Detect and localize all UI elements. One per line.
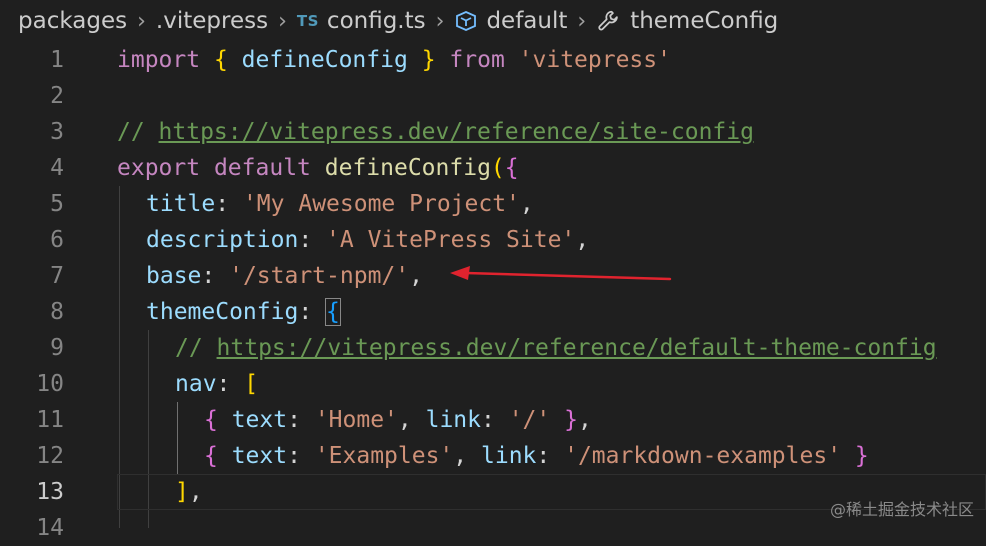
line-number: 13 [36,479,64,505]
annotation-arrow [450,266,672,281]
line-number: 7 [50,263,64,289]
comment-link[interactable]: https://vitepress.dev/reference/site-con… [159,119,754,145]
code-line: 4 export default defineConfig({ [0,150,986,186]
line-content: themeConfig: { [146,298,341,326]
line-number: 5 [50,191,64,217]
breadcrumb: packages › .vitepress › TS config.ts › d… [0,0,986,42]
breadcrumb-default[interactable]: default [486,8,567,34]
line-content: { text: 'Examples', link: '/markdown-exa… [204,443,869,469]
code-line: 5 title: 'My Awesome Project', [0,186,986,222]
code-line: 9 // https://vitepress.dev/reference/def… [0,330,986,366]
code-line: 8 themeConfig: { [0,294,986,330]
line-content: { text: 'Home', link: '/' }, [204,407,592,433]
line-number: 9 [50,335,64,361]
breadcrumb-vitepress[interactable]: .vitepress [156,8,268,34]
line-number: 11 [36,407,64,433]
code-line: 12 { text: 'Examples', link: '/markdown-… [0,438,986,474]
line-content: // https://vitepress.dev/reference/defau… [175,335,937,361]
code-line: 10 nav: [ [0,366,986,402]
chevron-right-icon: › [137,8,146,34]
line-content: description: 'A VitePress Site', [146,227,590,253]
chevron-right-icon: › [435,8,445,34]
code-line: 2 [0,78,986,114]
chevron-right-icon: › [278,8,287,34]
code-editor[interactable]: 1 import { defineConfig } from 'vitepres… [0,42,986,541]
line-number: 14 [36,515,64,541]
variable-icon [456,11,477,31]
breadcrumb-packages[interactable]: packages [18,8,127,34]
breadcrumb-theme-config[interactable]: themeConfig [630,8,778,34]
code-line: 11 { text: 'Home', link: '/' }, [0,402,986,438]
code-line: 6 description: 'A VitePress Site', [0,222,986,258]
line-content: ], [175,479,203,505]
comment-link[interactable]: https://vitepress.dev/reference/default-… [217,335,937,361]
line-number: 3 [50,119,64,145]
line-number: 2 [50,83,64,109]
line-content: nav: [ [175,371,259,397]
matching-bracket: { [325,298,341,326]
line-number: 4 [50,155,64,181]
line-number: 8 [50,299,64,325]
breadcrumb-config-ts[interactable]: config.ts [327,8,426,34]
line-content: title: 'My Awesome Project', [146,191,534,217]
line-content: // https://vitepress.dev/reference/site-… [117,119,754,145]
typescript-file-icon: TS [296,12,319,30]
line-number: 12 [36,443,64,469]
line-content: import { defineConfig } from 'vitepress' [117,47,671,73]
code-line: 1 import { defineConfig } from 'vitepres… [0,42,986,78]
line-number: 10 [36,371,64,397]
line-number: 1 [50,47,64,73]
wrench-icon [598,10,618,31]
line-content: base: '/start-npm/', [146,263,423,289]
watermark: @稀土掘金技术社区 [829,500,974,519]
line-content: export default defineConfig({ [117,155,519,181]
code-line: 3 // https://vitepress.dev/reference/sit… [0,114,986,150]
chevron-right-icon: › [577,8,587,34]
line-number: 6 [50,227,64,253]
